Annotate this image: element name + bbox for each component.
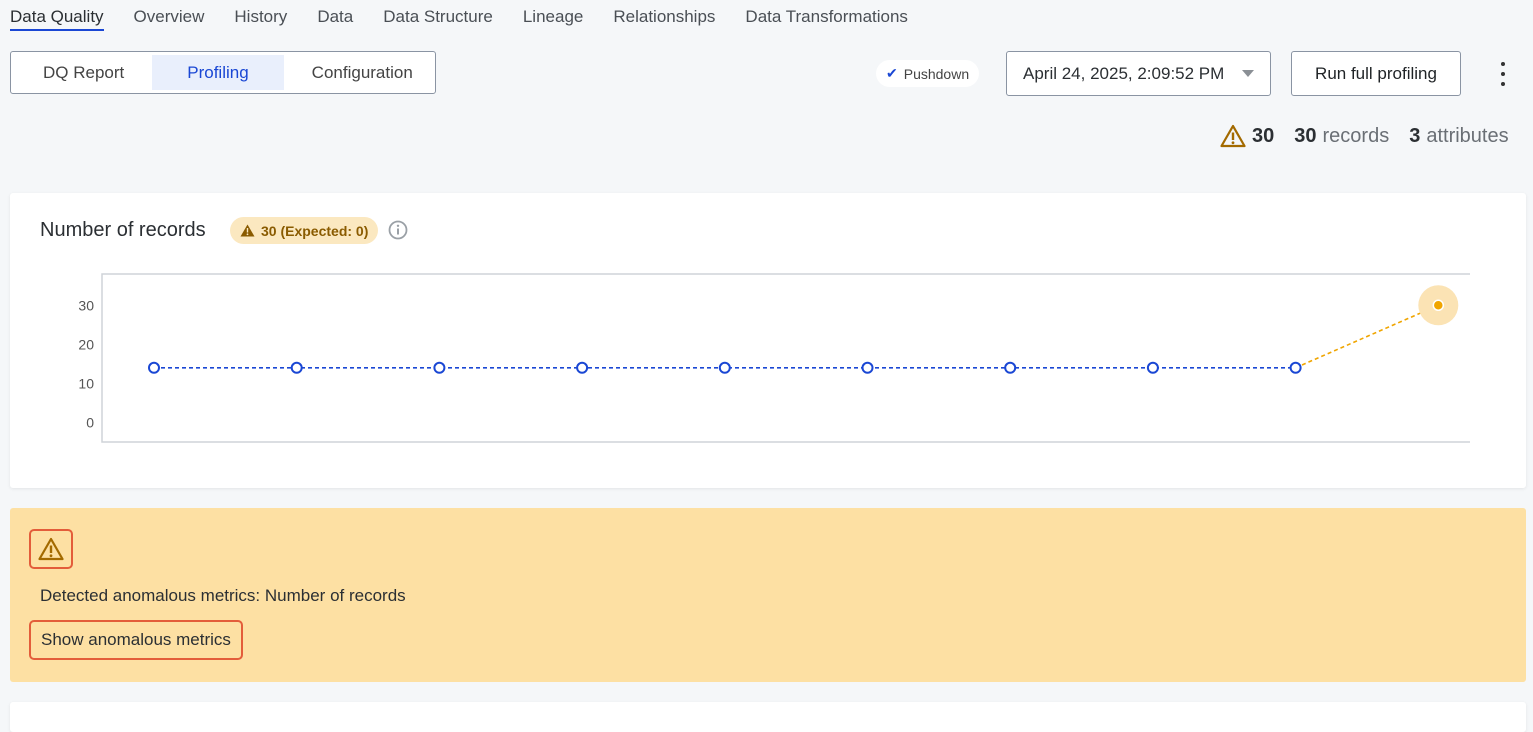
warnings-stat: 30 [1220,124,1274,148]
info-icon[interactable] [388,220,408,240]
top-tabs: Data Quality Overview History Data Data … [10,0,908,34]
warning-icon [240,224,255,237]
y-tick-label: 0 [86,414,94,430]
pushdown-label: Pushdown [903,65,970,82]
records-stat: 30 records [1294,125,1389,148]
records-line-chart: 30 20 10 0 [78,273,1470,443]
y-tick-label: 20 [78,336,94,352]
attributes-label: attributes [1426,124,1509,147]
tab-overview[interactable]: Overview [134,0,205,31]
next-card [10,702,1526,732]
anomaly-alert: Detected anomalous metrics: Number of re… [10,508,1526,682]
y-tick-label: 30 [78,297,94,313]
data-point[interactable] [861,361,874,374]
attributes-count: 3 [1409,124,1421,147]
data-point[interactable] [433,361,446,374]
warning-icon [38,537,64,561]
data-point[interactable] [1004,361,1017,374]
tab-relationships[interactable]: Relationships [613,0,715,31]
summary-stats: 30 30 records 3 attributes [1220,121,1509,151]
tab-history[interactable]: History [234,0,287,31]
checkmark-icon: ✔ [886,65,898,81]
y-tick-label: 10 [78,375,94,391]
data-point[interactable] [1146,361,1159,374]
warnings-count: 30 [1252,124,1275,147]
date-select-value: April 24, 2025, 2:09:52 PM [1023,63,1225,83]
tab-data-transformations[interactable]: Data Transformations [745,0,908,31]
data-point[interactable] [1289,361,1302,374]
anomaly-data-point[interactable] [1432,299,1445,312]
alert-message: Detected anomalous metrics: Number of re… [40,586,406,605]
segment-dq-report[interactable]: DQ Report [15,55,152,90]
tab-data-structure[interactable]: Data Structure [383,0,493,31]
run-full-profiling-button[interactable]: Run full profiling [1291,51,1461,96]
number-of-records-card: Number of records 30 (Expected: 0) 30 20 1… [10,193,1526,488]
badge-text: 30 (Expected: 0) [261,222,369,239]
warning-icon [1220,124,1246,148]
card-title: Number of records [40,219,206,241]
show-anomalous-metrics-button[interactable]: Show anomalous metrics [29,620,243,660]
pushdown-badge: ✔ Pushdown [876,60,980,87]
caret-down-icon [1242,70,1254,77]
data-point[interactable] [290,361,303,374]
view-segmented-control: DQ Report Profiling Configuration [10,51,436,94]
tab-lineage[interactable]: Lineage [523,0,584,31]
expected-warning-badge: 30 (Expected: 0) [230,217,379,244]
records-count: 30 [1294,124,1317,147]
segment-profiling[interactable]: Profiling [152,55,284,90]
data-point[interactable] [576,361,589,374]
records-label: records [1322,124,1390,147]
tab-data[interactable]: Data [317,0,353,31]
more-options-icon[interactable] [1494,62,1512,86]
segment-configuration[interactable]: Configuration [284,55,441,90]
alert-warning-icon-box [29,529,73,569]
tab-data-quality[interactable]: Data Quality [10,0,104,31]
attributes-stat: 3 attributes [1409,125,1508,148]
plot-area [101,273,1470,443]
data-point[interactable] [718,361,731,374]
profiling-date-select[interactable]: April 24, 2025, 2:09:52 PM [1006,51,1271,96]
data-point[interactable] [148,361,160,374]
